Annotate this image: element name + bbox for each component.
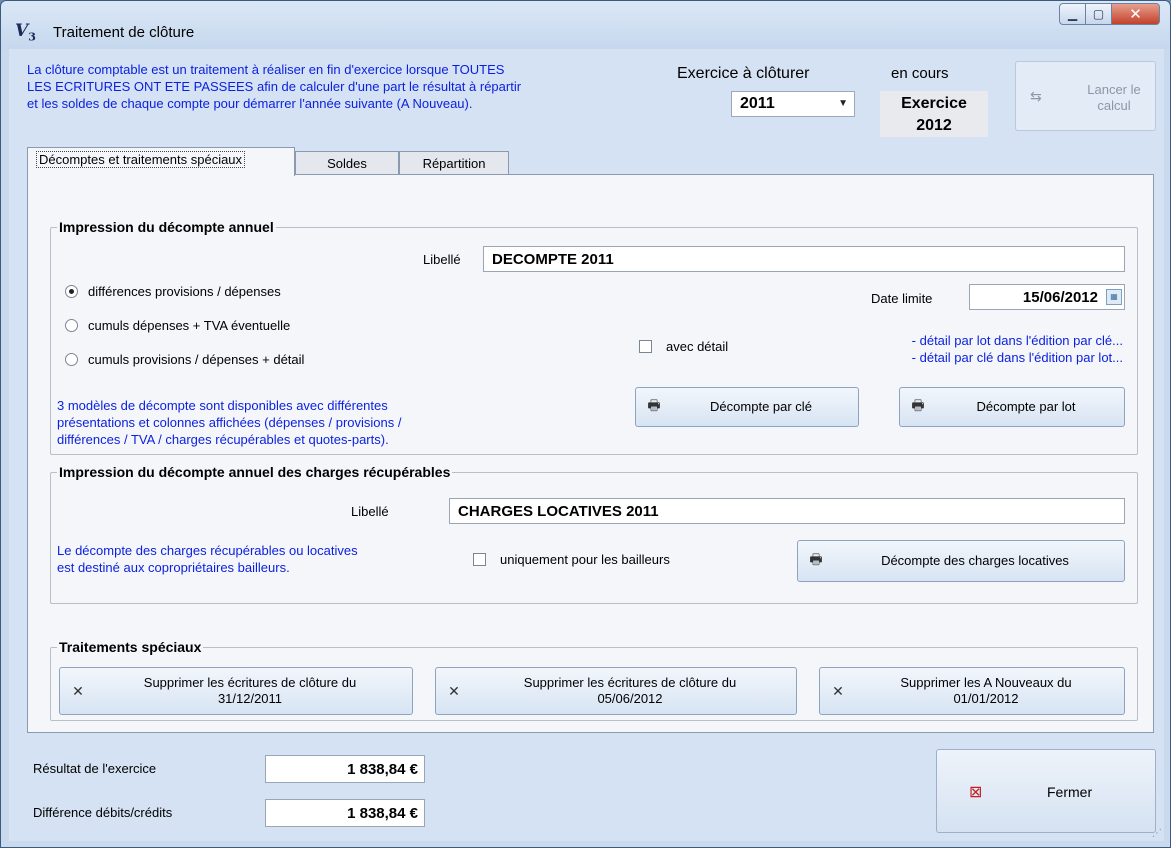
lancer-calcul-button[interactable]: ⇆ Lancer le calcul (1015, 61, 1156, 131)
delete-icon: ✕ (448, 682, 460, 699)
info-text: La clôture comptable est un traitement à… (27, 62, 522, 111)
decompte-annuel-group: Impression du décompte annuel Libellé DE… (50, 219, 1138, 455)
maximize-icon: ▢ (1092, 7, 1105, 21)
minimize-button[interactable]: ▁ (1059, 3, 1086, 25)
radio-cumuls-provisions[interactable] (65, 353, 78, 366)
printer-icon: 🖶 (647, 397, 661, 413)
option-cumuls-depenses[interactable]: cumuls dépenses + TVA éventuelle (65, 318, 290, 333)
difference-value: 1 838,84 € (265, 799, 425, 827)
radio-cumuls-depenses[interactable] (65, 319, 78, 332)
date-limite-label: Date limite (871, 291, 933, 306)
exercice-en-cours: Exercice 2012 (880, 91, 988, 137)
option-cumuls-provisions[interactable]: cumuls provisions / dépenses + détail (65, 352, 304, 367)
charges-recuperables-legend: Impression du décompte annuel des charge… (59, 464, 451, 480)
supprimer-cloture-2011-button[interactable]: ✕ Supprimer les écritures de clôture du … (59, 667, 413, 715)
radio-differences[interactable] (65, 285, 78, 298)
avec-detail-checkbox[interactable] (639, 340, 652, 353)
printer-icon: 🖶 (911, 397, 925, 413)
maximize-button[interactable]: ▢ (1086, 3, 1112, 25)
exercice-select[interactable]: 2011 ▼ (731, 91, 855, 117)
libelle-label: Libellé (423, 252, 461, 267)
libelle-decompte-input[interactable]: DECOMPTE 2011 (483, 246, 1125, 272)
decompte-par-lot-button[interactable]: 🖶 Décompte par lot (899, 387, 1125, 427)
decompte-annuel-legend: Impression du décompte annuel (59, 219, 274, 235)
libelle-charges-label: Libellé (351, 504, 389, 519)
bailleurs-checkbox[interactable] (473, 553, 486, 566)
tab-decomptes[interactable]: Décomptes et traitements spéciaux (27, 147, 295, 176)
decompte-par-cle-button[interactable]: 🖶 Décompte par clé (635, 387, 859, 427)
calendar-icon[interactable]: ▦ (1106, 289, 1122, 305)
resultat-value: 1 838,84 € (265, 755, 425, 783)
app-logo-icon: V3 (15, 21, 36, 44)
close-icon: ✕ (1129, 6, 1142, 23)
calculate-icon: ⇆ (1030, 88, 1042, 104)
charges-note: Le décompte des charges récupérables ou … (57, 543, 358, 575)
bailleurs-option[interactable]: uniquement pour les bailleurs (473, 552, 670, 567)
resultat-label: Résultat de l'exercice (33, 761, 157, 776)
window-controls: ▁ ▢ ✕ (1059, 3, 1160, 25)
close-icon: ⊠ (969, 784, 983, 801)
difference-label: Différence débits/crédits (33, 805, 173, 820)
printer-icon: 🖶 (809, 551, 823, 567)
traitements-speciaux-group: Traitements spéciaux ✕ Supprimer les écr… (50, 639, 1138, 721)
charges-recuperables-group: Impression du décompte annuel des charge… (50, 464, 1138, 604)
tab-soldes[interactable]: Soldes (295, 151, 399, 175)
encours-label: en cours (891, 65, 949, 82)
client-area: La clôture comptable est un traitement à… (9, 49, 1164, 841)
decompte-charges-locatives-button[interactable]: 🖶 Décompte des charges locatives (797, 540, 1125, 582)
close-button[interactable]: ✕ (1112, 3, 1160, 25)
tab-panel-decomptes: Impression du décompte annuel Libellé DE… (27, 174, 1154, 733)
fermer-button[interactable]: ⊠ Fermer (936, 749, 1156, 833)
date-limite-input[interactable]: 15/06/2012 ▦ (969, 284, 1125, 310)
detail-note: - détail par lot dans l'édition par clé.… (911, 333, 1123, 365)
dropdown-arrow-icon: ▼ (838, 98, 848, 109)
libelle-charges-input[interactable]: CHARGES LOCATIVES 2011 (449, 498, 1125, 524)
supprimer-a-nouveaux-button[interactable]: ✕ Supprimer les A Nouveaux du 01/01/2012 (819, 667, 1125, 715)
supprimer-cloture-2012-button[interactable]: ✕ Supprimer les écritures de clôture du … (435, 667, 797, 715)
exercice-label: Exercice à clôturer (677, 65, 810, 82)
avec-detail-option[interactable]: avec détail (639, 339, 728, 354)
window: V3 Traitement de clôture ▁ ▢ ✕ La clôtur… (0, 0, 1171, 848)
delete-icon: ✕ (832, 682, 844, 699)
title-bar[interactable]: V3 Traitement de clôture ▁ ▢ ✕ (1, 1, 1170, 49)
minimize-icon: ▁ (1067, 7, 1078, 21)
tab-repartition[interactable]: Répartition (399, 151, 509, 175)
window-title: Traitement de clôture (53, 24, 195, 41)
traitements-speciaux-legend: Traitements spéciaux (59, 639, 202, 655)
resize-grip-icon[interactable]: ⋰ (1152, 828, 1162, 839)
delete-icon: ✕ (72, 682, 84, 699)
option-differences[interactable]: différences provisions / dépenses (65, 284, 281, 299)
modeles-note: 3 modèles de décompte sont disponibles a… (57, 398, 402, 447)
